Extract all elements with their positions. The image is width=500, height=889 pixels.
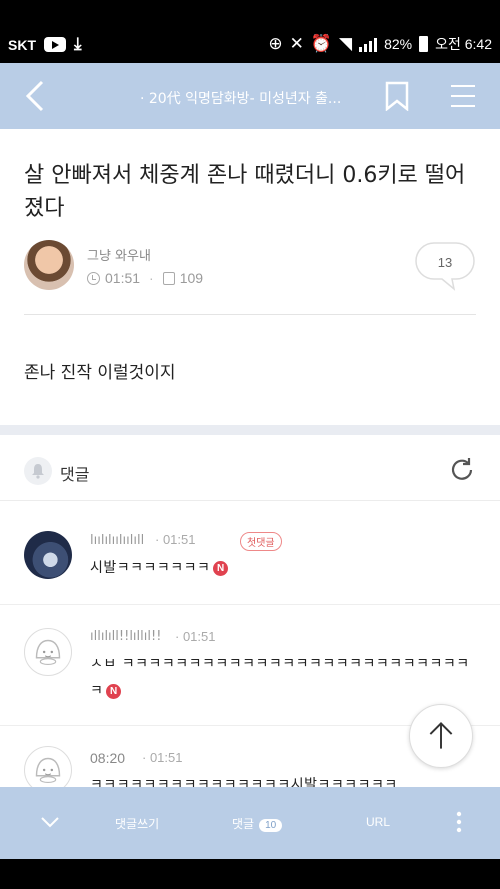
comment-count[interactable]: 13 bbox=[414, 255, 476, 270]
battery-icon bbox=[419, 36, 429, 52]
comments-count-badge: 10 bbox=[259, 819, 283, 832]
comment-item: lıılılıılıılıll · 01:51 첫댓글 시발ㅋㅋㅋㅋㅋㅋㅋ N bbox=[0, 501, 500, 606]
separator-dot: · bbox=[149, 270, 154, 286]
comments-button[interactable]: 댓글 10 bbox=[232, 815, 283, 832]
comment-text: ㅅㅂ ㅋㅋㅋㅋㅋㅋㅋㅋㅋㅋㅋㅋㅋㅋㅋㅋㅋㅋㅋㅋㅋㅋㅋㅋㅋㅋㅋ N bbox=[90, 656, 470, 699]
default-avatar-icon bbox=[35, 639, 61, 666]
download-icon: ⤓ bbox=[74, 34, 82, 54]
menu-icon[interactable] bbox=[450, 83, 476, 109]
post-views: 109 bbox=[179, 270, 204, 286]
post-time: 01:51 bbox=[105, 270, 141, 286]
signal-icon bbox=[359, 36, 378, 52]
new-badge: N bbox=[106, 683, 122, 699]
app-bar: · 20代 익명담화방- 미성년자 출... bbox=[0, 63, 500, 129]
commenter-name[interactable]: ıllılıll!!lıllıl!! bbox=[90, 629, 161, 644]
back-icon[interactable] bbox=[22, 79, 52, 113]
commenter-avatar[interactable] bbox=[24, 531, 72, 579]
commenter-avatar[interactable] bbox=[24, 628, 72, 676]
new-badge: N bbox=[213, 560, 229, 576]
status-bar: SKT ⤓ ⊕ ✕ ⏰ ◥ 82% 오전 6:42 bbox=[0, 0, 500, 63]
system-nav-bar bbox=[0, 859, 500, 889]
url-button[interactable]: URL bbox=[366, 815, 390, 829]
commenter-name[interactable]: 08:20 bbox=[90, 750, 125, 766]
divider bbox=[24, 314, 476, 315]
section-separator bbox=[0, 425, 500, 435]
arrow-up-icon bbox=[429, 722, 453, 749]
comment-time: · 01:51 bbox=[155, 532, 196, 547]
chevron-down-icon[interactable] bbox=[40, 815, 60, 829]
commenter-name[interactable]: lıılılıılıılıll bbox=[90, 533, 144, 548]
commenter-avatar[interactable] bbox=[24, 746, 72, 787]
bottom-bar: 댓글쓰기 댓글 10 URL bbox=[0, 787, 500, 859]
data-saver-icon: ⊕ bbox=[268, 33, 283, 54]
comment-time: · 01:51 bbox=[142, 750, 183, 765]
post-meta: 01:51 · 109 bbox=[87, 270, 203, 286]
scroll-to-top-button[interactable] bbox=[409, 704, 473, 768]
default-avatar-icon bbox=[35, 757, 61, 784]
bookmark-icon[interactable] bbox=[385, 81, 409, 111]
more-vertical-icon[interactable] bbox=[456, 811, 462, 833]
clock: 오전 6:42 bbox=[435, 36, 492, 52]
clock-icon bbox=[87, 271, 100, 285]
author-avatar[interactable] bbox=[24, 240, 74, 290]
comment-text: 시발ㅋㅋㅋㅋㅋㅋㅋ N bbox=[90, 555, 470, 582]
youtube-icon bbox=[44, 37, 66, 52]
alarm-icon: ⏰ bbox=[310, 33, 332, 54]
post-body: 존나 진작 이럴것이지 bbox=[24, 363, 176, 383]
first-comment-badge: 첫댓글 bbox=[240, 532, 282, 551]
battery-percent: 82% bbox=[384, 36, 413, 52]
refresh-icon[interactable] bbox=[449, 457, 475, 483]
comment-time: · 01:51 bbox=[175, 629, 216, 644]
comments-label: 댓글 bbox=[60, 465, 90, 484]
wifi-icon: ◥ bbox=[338, 33, 353, 54]
comments-button-label: 댓글 bbox=[232, 817, 255, 831]
board-title[interactable]: · 20代 익명담화방- 미성년자 출... bbox=[140, 88, 370, 108]
carrier-label: SKT bbox=[8, 36, 36, 53]
notification-toggle[interactable] bbox=[24, 457, 52, 485]
mute-icon: ✕ bbox=[289, 33, 304, 54]
content-area: 살 안빠져서 체중계 존나 때렸더니 0.6키로 떨어졌다 그냥 와우내 01:… bbox=[0, 129, 500, 787]
comment-text: ㅋㅋㅋㅋㅋㅋㅋㅋㅋㅋㅋㅋㅋㅋㅋ시발ㅋㅋㅋㅋㅋㅋ bbox=[90, 777, 398, 787]
views-icon bbox=[162, 271, 175, 285]
bell-icon bbox=[32, 464, 44, 479]
write-comment-button[interactable]: 댓글쓰기 bbox=[115, 815, 159, 832]
comments-header: 댓글 bbox=[0, 435, 500, 501]
author-name[interactable]: 그냥 와우내 bbox=[87, 245, 151, 264]
post-title: 살 안빠져서 체중계 존나 때렸더니 0.6키로 떨어졌다 bbox=[24, 163, 466, 221]
